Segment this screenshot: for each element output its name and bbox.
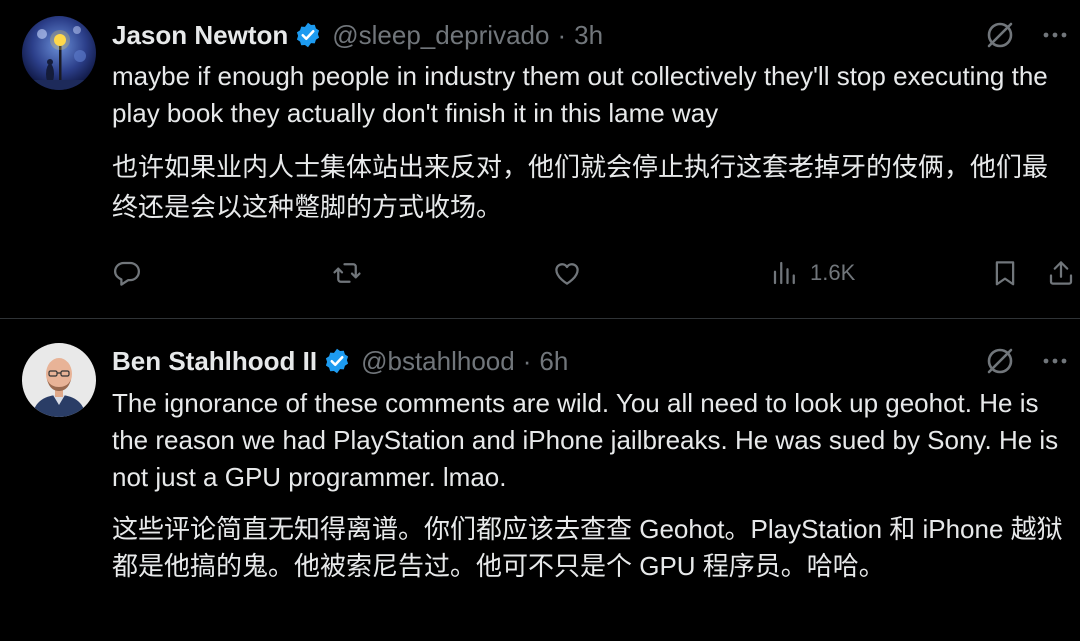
display-name[interactable]: Ben Stahlhood II [112, 346, 317, 377]
tweet-text-chinese: 也许如果业内人士集体站出来反对，他们就会停止执行这套老掉牙的伎俩，他们最终还是会… [112, 152, 1049, 222]
avatar-photo-image [22, 343, 96, 417]
grok-icon[interactable] [984, 19, 1016, 51]
views-count: 1.6K [810, 260, 856, 285]
views-icon [773, 261, 795, 285]
tweet-header: Jason Newton @sleep_deprivado · 3h [112, 17, 603, 53]
timestamp[interactable]: 6h [539, 346, 568, 377]
reply-icon [114, 261, 140, 286]
bookmark-icon [995, 261, 1015, 286]
views-button[interactable]: 1.6K [770, 258, 855, 288]
user-handle[interactable]: @sleep_deprivado [332, 20, 549, 51]
share-icon [1049, 261, 1073, 285]
tweet-action-bar: 1.6K [0, 258, 1080, 298]
more-icon[interactable] [1040, 20, 1070, 50]
more-icon[interactable] [1040, 346, 1070, 376]
user-handle[interactable]: @bstahlhood [361, 346, 515, 377]
verified-badge-icon [297, 22, 320, 48]
retweet-icon [333, 263, 361, 283]
tweet-ben-stahlhood[interactable]: Ben Stahlhood II @bstahlhood · 6h The ig… [0, 319, 1080, 641]
tweet-text-english: The ignorance of these comments are wild… [112, 388, 1059, 492]
retweet-button[interactable] [332, 258, 362, 288]
timestamp[interactable]: 3h [574, 20, 603, 51]
tweet-text-english: maybe if enough people in industry them … [112, 61, 1048, 128]
tweet-top-actions [984, 19, 1070, 51]
grok-icon[interactable] [984, 345, 1016, 377]
reply-button[interactable] [112, 258, 142, 288]
tweet-header: Ben Stahlhood II @bstahlhood · 6h [112, 343, 568, 379]
separator: · [522, 345, 532, 376]
separator: · [557, 19, 567, 50]
tweet-jason-newton[interactable]: Jason Newton @sleep_deprivado · 3h maybe… [0, 0, 1080, 319]
like-button[interactable] [552, 258, 582, 288]
share-button[interactable] [1046, 258, 1076, 288]
display-name[interactable]: Jason Newton [112, 20, 288, 51]
tweet-top-actions [984, 345, 1070, 377]
bookmark-button[interactable] [990, 258, 1020, 288]
avatar-painting-image [22, 16, 96, 90]
avatar[interactable] [22, 16, 96, 90]
like-icon [555, 263, 579, 285]
avatar[interactable] [22, 343, 96, 417]
verified-badge-icon [326, 348, 349, 374]
tweet-text-chinese: 这些评论简直无知得离谱。你们都应该去查查 Geohot。PlayStation … [112, 514, 1063, 581]
